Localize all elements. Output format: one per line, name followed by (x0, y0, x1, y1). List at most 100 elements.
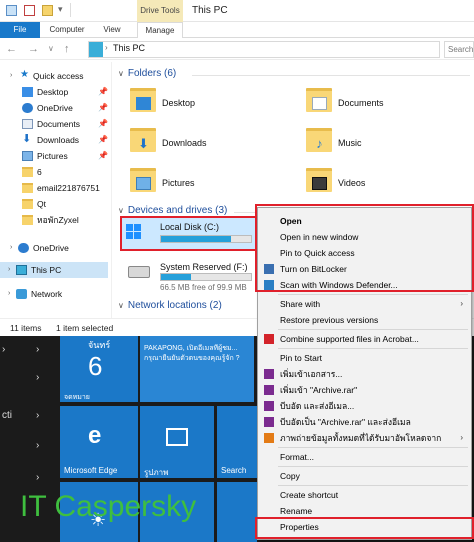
qat-dropdown-icon[interactable]: ▾ (58, 4, 63, 15)
menu-item-archive-rar[interactable]: เพิ่มเข้า "Archive.rar" (258, 382, 471, 398)
recent-locations-icon[interactable]: ∨ (48, 42, 54, 56)
new-folder-qat-icon[interactable] (24, 5, 35, 16)
highlight-box-menu-top (255, 204, 474, 292)
title-bar: ▾ Drive Tools This PC (0, 0, 474, 22)
pictures-folder-icon (130, 168, 156, 192)
divider (192, 75, 470, 76)
menu-item-label: Restore previous versions (280, 315, 379, 325)
menu-item-pin-to-start[interactable]: Pin to Start (258, 350, 471, 366)
menu-item-label: เพิ่มเข้าเอกสาร... (280, 369, 343, 379)
pictures-icon (22, 151, 33, 161)
videos-folder-icon (306, 168, 332, 192)
forward-arrow-icon[interactable]: → (28, 42, 39, 56)
menu-separator (278, 485, 468, 486)
chevron-right-icon: › (2, 344, 6, 355)
network-icon (16, 289, 27, 299)
folder-icon (22, 199, 33, 209)
sidebar-item-documents[interactable]: Documents 📌 (0, 116, 112, 132)
highlight-box-properties (255, 517, 474, 539)
context-menu: Open Open in new window Pin to Quick acces… (255, 204, 474, 540)
sidebar-item-email[interactable]: email221876751 (0, 180, 112, 196)
qat-divider (70, 3, 71, 17)
menu-separator (278, 294, 468, 295)
calendar-tile[interactable]: จันทร์ 6 จดหมาย (60, 336, 138, 402)
sidebar-item-onedrive-pinned[interactable]: OneDrive 📌 (0, 100, 112, 116)
folder-icon (22, 183, 33, 193)
sidebar-item-pictures[interactable]: Pictures 📌 (0, 148, 112, 164)
mail-tile[interactable]: PAKAPONG, เปิดอีเมลที่ผู้ชม... กรุณายืนย… (140, 336, 254, 402)
menu-separator (278, 466, 468, 467)
properties-qat-icon[interactable] (6, 5, 17, 16)
menu-item-restore-previous-versions[interactable]: Restore previous versions (258, 312, 471, 328)
chevron-down-icon: ∨ (118, 69, 124, 78)
menu-item-label: Rename (280, 506, 313, 516)
menu-item-create-shortcut[interactable]: Create shortcut (258, 487, 471, 503)
folders-section-header[interactable]: ∨ Folders (6) (118, 68, 176, 79)
menu-separator (278, 348, 468, 349)
up-arrow-icon[interactable]: ↑ (64, 42, 70, 56)
sidebar-item-6[interactable]: 6 (0, 164, 112, 180)
edge-icon: e (88, 422, 102, 449)
window-title: This PC (192, 5, 228, 16)
edge-tile[interactable]: e Microsoft Edge (60, 406, 138, 478)
computer-icon (16, 265, 27, 275)
pin-icon: 📌 (98, 103, 108, 112)
menu-item-share-with[interactable]: Share with › (258, 296, 471, 312)
menu-item-label: เพิ่มเข้า "Archive.rar" (280, 385, 358, 395)
chevron-down-icon: ∨ (118, 206, 124, 215)
drive-f-usage-bar (160, 273, 252, 281)
menu-item-combine-supported-files-in-acrobat[interactable]: Combine supported files in Acrobat... (258, 331, 471, 347)
winrar-icon (264, 369, 274, 379)
menu-item-item-11[interactable]: บีบอัด และส่งอีเมล... (258, 398, 471, 414)
menu-separator (278, 447, 468, 448)
menu-item-label: บีบอัด และส่งอีเมล... (280, 401, 355, 411)
tile-blank-2[interactable] (217, 482, 257, 542)
pin-icon: 📌 (98, 135, 108, 144)
sidebar-item-qt[interactable]: Qt (0, 196, 112, 212)
address-bar[interactable]: › This PC (88, 41, 440, 58)
sidebar-item-quick-access[interactable]: › ★ Quick access (0, 68, 112, 84)
sidebar-item-zyxel[interactable]: หอพักZyxel (0, 212, 112, 228)
pin-icon: 📌 (98, 119, 108, 128)
downloads-folder-icon: ⬇ (130, 128, 156, 152)
navigation-pane: › ★ Quick access Desktop 📌 OneDrive 📌 Do… (0, 62, 112, 318)
breadcrumb: This PC (113, 43, 146, 53)
desktop-folder-icon (22, 87, 33, 97)
menu-item-archive-rar[interactable]: บีบอัดเป็น "Archive.rar" และส่งอีเมล (258, 414, 471, 430)
chevron-right-icon: › (460, 299, 463, 308)
selected-count: 1 item selected (56, 323, 114, 333)
sidebar-item-onedrive[interactable]: › OneDrive (0, 240, 112, 256)
photos-tile[interactable]: รูปภาพ (140, 406, 214, 478)
menu-item-copy[interactable]: Copy (258, 468, 471, 484)
menu-item-item-13[interactable]: ภาพถ่ายข้อมูลทั้งหมดที่ได้รับมาอัพโหลดจา… (258, 430, 471, 446)
breadcrumb-chevron-icon: › (105, 43, 108, 52)
tab-computer[interactable]: Computer (45, 22, 89, 38)
network-section-header[interactable]: ∨ Network locations (2) (118, 300, 222, 311)
search-input[interactable]: Search (444, 41, 474, 58)
sidebar-item-downloads[interactable]: ⬇ Downloads 📌 (0, 132, 112, 148)
photos-icon (166, 428, 188, 446)
search-tile[interactable]: Search (217, 406, 257, 478)
ribbon-tabs: File Computer View Manage (0, 22, 474, 38)
hard-drive-icon (128, 266, 150, 278)
tab-view[interactable]: View (96, 22, 128, 38)
winrar-icon (264, 401, 274, 411)
documents-icon (22, 119, 33, 129)
sidebar-item-this-pc[interactable]: › This PC (0, 262, 108, 278)
music-folder-icon: ♪ (306, 128, 332, 152)
onedrive-cloud-icon (18, 243, 29, 253)
sidebar-item-network[interactable]: › Network (0, 286, 112, 302)
back-arrow-icon[interactable]: ← (6, 42, 17, 56)
item-count: 11 items (10, 323, 42, 333)
tab-file[interactable]: File (0, 22, 40, 38)
drive-f[interactable]: System Reserved (F:) 66.5 MB free of 99.… (120, 260, 270, 294)
sidebar-item-desktop[interactable]: Desktop 📌 (0, 84, 112, 100)
menu-item-format[interactable]: Format... (258, 449, 471, 465)
devices-section-header[interactable]: ∨ Devices and drives (3) (118, 205, 227, 216)
tab-manage[interactable]: Manage (137, 22, 183, 38)
chevron-right-icon: › (36, 344, 40, 355)
menu-item-item-9[interactable]: เพิ่มเข้าเอกสาร... (258, 366, 471, 382)
folder-qat-icon[interactable] (42, 5, 53, 16)
menu-item-label: Copy (280, 471, 300, 481)
menu-item-label: Pin to Start (280, 353, 323, 363)
